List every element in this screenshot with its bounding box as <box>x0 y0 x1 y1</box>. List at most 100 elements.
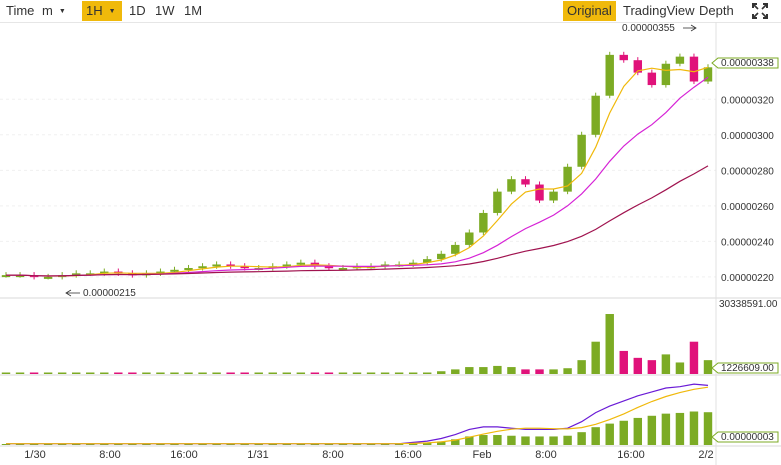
volume-bar <box>212 372 221 374</box>
indicator-line-fast <box>6 383 709 445</box>
volume-bar <box>437 371 446 374</box>
time-tick-label: 1/31 <box>247 449 268 461</box>
price-axis: 0.00000320 0.00000300 0.00000280 0.00000260… <box>715 22 774 465</box>
indicator-pane <box>1 383 713 445</box>
indicator-bar <box>591 427 600 445</box>
indicator-bar <box>633 417 643 445</box>
time-tick-label: 8:00 <box>535 449 556 461</box>
volume-bar <box>15 372 25 374</box>
interval-1w-button[interactable]: 1W <box>151 1 179 21</box>
candle-body[interactable] <box>493 191 502 213</box>
indicator-bar <box>689 411 699 445</box>
high-annotation: 0.00000355 <box>622 23 697 34</box>
view-depth-button[interactable]: Depth <box>695 1 738 21</box>
candle-body[interactable] <box>535 184 544 201</box>
volume-bar <box>338 372 348 374</box>
view-tradingview-button[interactable]: TradingView <box>619 1 699 21</box>
volume-bar <box>240 372 249 374</box>
last-price-tag: 0.00000338 <box>711 57 779 69</box>
volume-bar <box>29 372 39 374</box>
candle-body[interactable] <box>563 166 572 192</box>
indicator-bar <box>619 420 628 445</box>
volume-bar <box>296 372 306 374</box>
volume-bar <box>605 314 614 374</box>
volume-bar <box>43 372 53 374</box>
candle-body[interactable] <box>451 244 460 254</box>
ma-long-line <box>6 165 709 277</box>
volume-bar <box>661 354 671 374</box>
price-tick-label: 0.00000300 <box>721 131 774 142</box>
time-tick-label: 16:00 <box>617 449 645 461</box>
view-original-button[interactable]: Original <box>563 1 616 21</box>
time-tick-label: 2/2 <box>698 449 713 461</box>
interval-hour-select[interactable]: 1H ▼ <box>82 1 122 21</box>
volume-bar <box>394 372 404 374</box>
volume-bar <box>549 369 558 374</box>
interval-1d-button[interactable]: 1D <box>125 1 150 21</box>
candle-body[interactable] <box>507 179 516 192</box>
time-tick-label: 1/30 <box>24 449 45 461</box>
volume-bar <box>563 368 572 374</box>
indicator-bar <box>577 432 586 445</box>
volume-max-label: 30338591.00 <box>719 299 778 310</box>
indicator-bar <box>479 435 488 445</box>
volume-bar <box>675 362 685 374</box>
interval-minute-label: m <box>42 3 53 18</box>
volume-pane <box>1 314 713 374</box>
price-tick-label: 0.00000320 <box>721 95 774 106</box>
candle-body[interactable] <box>689 56 699 82</box>
expand-icon[interactable] <box>752 3 768 19</box>
price-tick-label: 0.00000280 <box>721 166 774 177</box>
indicator-bar <box>605 423 614 445</box>
time-axis: 1/30 8:00 16:00 1/31 8:00 16:00 Feb 8:00 16:00 2/… <box>24 449 713 461</box>
high-price-text: 0.00000355 <box>622 23 675 34</box>
candle-body[interactable] <box>184 268 193 271</box>
time-tick-label: 16:00 <box>394 449 422 461</box>
indicator-bar <box>675 412 685 445</box>
indicator-bar <box>563 435 572 445</box>
volume-bar <box>254 372 263 374</box>
volume-bar <box>198 372 207 374</box>
candle-body[interactable] <box>549 191 558 201</box>
caret-down-icon: ▼ <box>108 7 116 15</box>
candle-body[interactable] <box>170 269 179 272</box>
candle-body[interactable] <box>647 72 657 86</box>
price-tick-label: 0.00000260 <box>721 202 774 213</box>
candle-body[interactable] <box>465 232 474 245</box>
volume-bar <box>703 360 713 374</box>
indicator-bar <box>549 436 558 445</box>
time-tick-label: 8:00 <box>99 449 120 461</box>
volume-bar <box>366 372 376 374</box>
candle-body[interactable] <box>619 54 628 61</box>
candle-body[interactable] <box>605 54 614 96</box>
candle-body[interactable] <box>212 264 221 267</box>
volume-bar <box>268 372 277 374</box>
interval-1m-button[interactable]: 1M <box>180 1 206 21</box>
candle-body[interactable] <box>661 63 671 86</box>
volume-bar <box>282 372 292 374</box>
interval-minute-select[interactable]: m ▼ <box>38 1 80 21</box>
candle-body[interactable] <box>296 262 306 265</box>
candle-body[interactable] <box>591 95 600 135</box>
candle-body[interactable] <box>577 134 586 167</box>
time-tick-label: Feb <box>473 449 492 461</box>
indicator-bar <box>521 436 530 445</box>
chart-toolbar: Time m ▼ 1H ▼ 1D 1W 1M Original TradingVie… <box>0 0 781 23</box>
volume-bar <box>521 369 530 374</box>
time-tick-label: 8:00 <box>322 449 343 461</box>
indicator-bar <box>647 415 657 445</box>
volume-bar <box>184 372 193 374</box>
volume-bar <box>57 372 67 374</box>
chart-area[interactable]: 0.00000355 0.00000215 0.000003200.000003… <box>0 22 781 465</box>
candle-body[interactable] <box>521 179 530 185</box>
volume-bar <box>100 372 109 374</box>
indicator-bar <box>661 413 671 445</box>
candle-body[interactable] <box>675 56 685 64</box>
volume-bar <box>577 360 586 374</box>
moving-averages-layer <box>6 66 709 277</box>
volume-bar <box>114 372 123 374</box>
candle-body[interactable] <box>43 276 53 279</box>
candle-body[interactable] <box>479 212 488 233</box>
time-tick-label: 16:00 <box>170 449 198 461</box>
volume-bar <box>493 365 502 374</box>
